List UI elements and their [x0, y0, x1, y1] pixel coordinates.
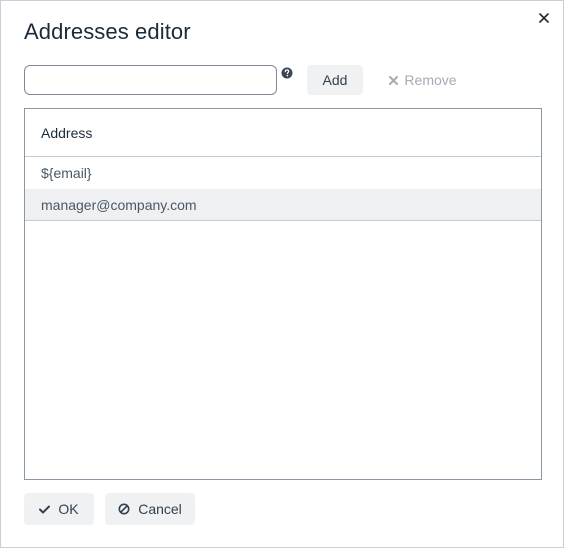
- add-button-label: Add: [322, 72, 348, 88]
- table-cell-address: manager@company.com: [41, 196, 197, 213]
- remove-button-label: Remove: [404, 72, 457, 88]
- table-row[interactable]: ${email}: [25, 157, 541, 189]
- check-icon: [39, 505, 51, 514]
- ok-button-label: OK: [58, 501, 79, 517]
- question-circle-icon[interactable]: [281, 67, 293, 79]
- table-cell-address: ${email}: [41, 165, 92, 181]
- cancel-button[interactable]: Cancel: [105, 493, 195, 525]
- remove-button[interactable]: Remove: [381, 65, 465, 95]
- column-header-address[interactable]: Address: [25, 109, 541, 157]
- column-header-label: Address: [41, 124, 93, 141]
- add-button[interactable]: Add: [307, 65, 363, 95]
- cancel-button-label: Cancel: [138, 501, 182, 517]
- address-input[interactable]: [24, 65, 277, 95]
- close-button[interactable]: [535, 9, 553, 27]
- x-icon: [389, 75, 399, 85]
- ok-button[interactable]: OK: [24, 493, 94, 525]
- ban-icon: [118, 503, 130, 515]
- addresses-editor-dialog: Addresses editor Add Remove Address ${em…: [0, 0, 564, 548]
- table-row[interactable]: manager@company.com: [25, 189, 541, 221]
- dialog-title: Addresses editor: [24, 19, 191, 44]
- close-icon: [539, 13, 549, 23]
- addresses-table: Address ${email} manager@company.com: [24, 108, 542, 480]
